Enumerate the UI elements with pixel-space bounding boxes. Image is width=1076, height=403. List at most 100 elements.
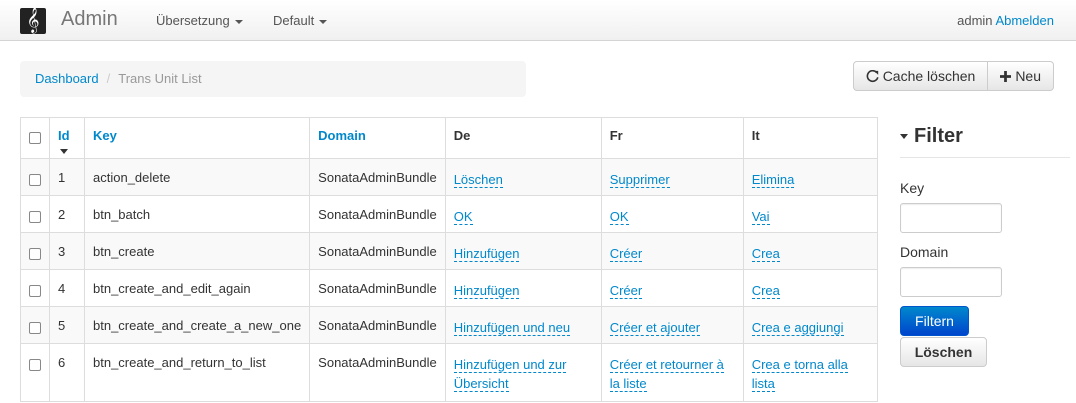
cache-clear-label: Cache löschen bbox=[882, 68, 976, 84]
cell-key: btn_create bbox=[83, 232, 311, 270]
menu-default[interactable]: Default bbox=[273, 13, 328, 28]
sort-id-link[interactable]: Id bbox=[58, 128, 70, 143]
cell-fr: Créer bbox=[600, 232, 744, 270]
edit-de-link[interactable]: Hinzufügen und neu bbox=[453, 320, 571, 336]
edit-it-link[interactable]: Crea bbox=[751, 246, 780, 262]
menu-uebersetzung[interactable]: Übersetzung bbox=[156, 13, 243, 28]
edit-de-link[interactable]: Hinzufügen und zur Übersicht bbox=[453, 357, 567, 392]
cell-domain: SonataAdminBundle bbox=[309, 269, 446, 307]
breadcrumb-separator: / bbox=[106, 71, 111, 86]
filter-divider bbox=[900, 157, 1070, 158]
edit-de-link[interactable]: OK bbox=[453, 209, 473, 225]
row-checkbox[interactable] bbox=[29, 248, 41, 260]
row-select-cell bbox=[20, 158, 50, 196]
edit-fr-link[interactable]: Créer et ajouter bbox=[609, 320, 701, 336]
cell-key: btn_create_and_edit_again bbox=[83, 269, 311, 307]
row-checkbox[interactable] bbox=[29, 285, 41, 297]
row-checkbox[interactable] bbox=[29, 359, 41, 371]
trans-unit-table: Id Key Domain De Fr It 1 action_delete S… bbox=[20, 117, 879, 402]
breadcrumb-current: Trans Unit List bbox=[118, 71, 202, 86]
brand-title[interactable]: Admin bbox=[61, 8, 118, 31]
table-row: 3 btn_create SonataAdminBundle Hinzufüge… bbox=[20, 232, 879, 270]
edit-fr-link[interactable]: OK bbox=[609, 209, 629, 225]
table-row: 6 btn_create_and_return_to_list SonataAd… bbox=[20, 343, 879, 402]
row-checkbox[interactable] bbox=[29, 322, 41, 334]
row-checkbox[interactable] bbox=[29, 211, 41, 223]
edit-de-link[interactable]: Hinzufügen bbox=[453, 283, 520, 299]
cell-id: 6 bbox=[49, 343, 85, 402]
sort-desc-icon bbox=[60, 149, 68, 155]
breadcrumb-dashboard-link[interactable]: Dashboard bbox=[35, 71, 99, 86]
chevron-down-icon bbox=[319, 19, 328, 24]
logout-link[interactable]: Abmelden bbox=[995, 13, 1054, 28]
edit-it-link[interactable]: Elimina bbox=[751, 172, 795, 188]
cell-de: Hinzufügen und neu bbox=[444, 306, 602, 344]
filter-domain-input[interactable] bbox=[900, 267, 1002, 297]
header-id[interactable]: Id bbox=[49, 117, 85, 159]
edit-it-link[interactable]: Crea bbox=[751, 283, 780, 299]
cell-fr: Créer bbox=[600, 269, 744, 307]
breadcrumb: Dashboard / Trans Unit List bbox=[20, 61, 526, 97]
header-key[interactable]: Key bbox=[83, 117, 311, 159]
edit-de-link[interactable]: Hinzufügen bbox=[453, 246, 520, 262]
top-navbar: 𝄞 Admin Übersetzung Default admin Abmeld… bbox=[0, 0, 1076, 41]
filter-toggle[interactable]: Filter bbox=[900, 125, 963, 148]
filter-title: Filter bbox=[914, 125, 963, 147]
table-row: 4 btn_create_and_edit_again SonataAdminB… bbox=[20, 269, 879, 307]
cell-domain: SonataAdminBundle bbox=[309, 343, 446, 402]
row-checkbox[interactable] bbox=[29, 174, 41, 186]
header-de: De bbox=[444, 117, 602, 159]
refresh-icon bbox=[866, 69, 879, 82]
sort-key-link[interactable]: Key bbox=[93, 128, 117, 143]
cell-it: Crea e torna alla lista bbox=[742, 343, 879, 402]
cell-key: btn_batch bbox=[83, 195, 311, 233]
app-logo[interactable]: 𝄞 bbox=[20, 8, 46, 34]
cache-clear-button[interactable]: Cache löschen bbox=[852, 61, 989, 91]
header-domain[interactable]: Domain bbox=[309, 117, 446, 159]
cell-it: Elimina bbox=[742, 158, 879, 196]
user-area: admin Abmelden bbox=[957, 13, 1054, 28]
edit-de-link[interactable]: Löschen bbox=[453, 172, 503, 188]
cell-key: action_delete bbox=[83, 158, 311, 196]
cell-id: 2 bbox=[49, 195, 85, 233]
cell-de: Hinzufügen bbox=[444, 232, 602, 270]
cell-id: 3 bbox=[49, 232, 85, 270]
header-it: It bbox=[742, 117, 879, 159]
cell-domain: SonataAdminBundle bbox=[309, 158, 446, 196]
row-select-cell bbox=[20, 195, 50, 233]
cell-id: 5 bbox=[49, 306, 85, 344]
new-button[interactable]: Neu bbox=[988, 61, 1054, 91]
new-label: Neu bbox=[1015, 68, 1041, 84]
edit-fr-link[interactable]: Supprimer bbox=[609, 172, 670, 188]
cell-de: Löschen bbox=[444, 158, 602, 196]
select-all-cell bbox=[20, 117, 50, 159]
menu-label: Default bbox=[273, 13, 315, 28]
filter-submit-button[interactable]: Filtern bbox=[900, 306, 969, 336]
edit-fr-link[interactable]: Créer bbox=[609, 246, 643, 262]
filter-key-label: Key bbox=[900, 180, 925, 196]
edit-fr-link[interactable]: Créer et retourner à la liste bbox=[609, 357, 724, 392]
plus-icon bbox=[1000, 70, 1012, 82]
filter-key-input[interactable] bbox=[900, 203, 1002, 233]
cell-fr: Créer et retourner à la liste bbox=[600, 343, 744, 402]
cell-key: btn_create_and_create_a_new_one bbox=[83, 306, 311, 344]
edit-it-link[interactable]: Vai bbox=[751, 209, 770, 225]
action-buttons: Cache löschen Neu bbox=[852, 61, 1054, 91]
cell-fr: OK bbox=[600, 195, 744, 233]
cell-it: Vai bbox=[742, 195, 879, 233]
row-select-cell bbox=[20, 232, 50, 270]
select-all-checkbox[interactable] bbox=[29, 132, 41, 144]
filter-reset-button[interactable]: Löschen bbox=[900, 337, 987, 367]
edit-it-link[interactable]: Crea e aggiungi bbox=[751, 320, 844, 336]
cell-key: btn_create_and_return_to_list bbox=[83, 343, 311, 402]
cell-fr: Supprimer bbox=[600, 158, 744, 196]
cell-domain: SonataAdminBundle bbox=[309, 306, 446, 344]
cell-domain: SonataAdminBundle bbox=[309, 232, 446, 270]
edit-it-link[interactable]: Crea e torna alla lista bbox=[751, 357, 848, 392]
row-select-cell bbox=[20, 269, 50, 307]
cell-domain: SonataAdminBundle bbox=[309, 195, 446, 233]
edit-fr-link[interactable]: Créer bbox=[609, 283, 643, 299]
sort-domain-link[interactable]: Domain bbox=[318, 128, 366, 143]
cell-fr: Créer et ajouter bbox=[600, 306, 744, 344]
cell-it: Crea bbox=[742, 269, 879, 307]
